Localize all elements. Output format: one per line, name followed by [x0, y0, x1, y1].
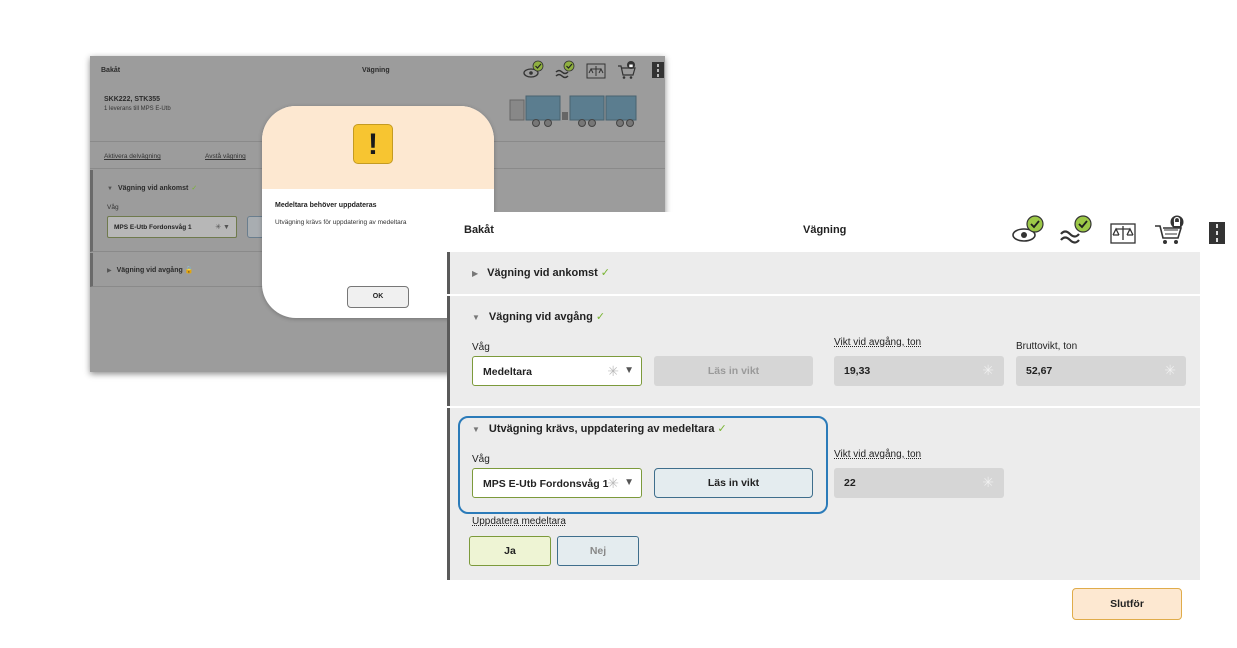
- section-reweigh-title[interactable]: ▼ Utvägning krävs, uppdatering av medelta…: [472, 422, 727, 435]
- check-icon: ✓: [600, 267, 611, 279]
- bg-scale-label: Våg: [107, 204, 119, 211]
- chevron-right-icon: ▶: [472, 269, 479, 278]
- bg-header-icons: [523, 60, 665, 80]
- finish-button[interactable]: Slutför: [1072, 588, 1182, 620]
- bg-cancel-weighing-link[interactable]: Avstå vägning: [205, 153, 246, 160]
- bg-back-link[interactable]: Bakåt: [101, 67, 120, 74]
- bg-delivery-info: 1 leverans till MPS E-Utb: [104, 106, 171, 112]
- dialog-title: Medeltara behöver uppdateras: [275, 202, 377, 209]
- gross-weight-label: Bruttovikt, ton: [1016, 341, 1078, 352]
- reweigh-weight-label: Vikt vid avgång, ton: [834, 449, 922, 460]
- section-arrival-title: ▶ Vägning vid ankomst ✓: [472, 267, 611, 279]
- main-header: Bakåt Vägning: [447, 212, 1225, 248]
- wave-check-icon: [555, 60, 575, 79]
- back-link[interactable]: Bakåt: [464, 224, 494, 236]
- reweigh-scale-select[interactable]: MPS E-Utb Fordonsvåg 1 ✳ ▼: [472, 468, 642, 498]
- scale-label: Våg: [472, 342, 490, 353]
- gross-weight-field: 52,67 ✳: [1016, 356, 1186, 386]
- main-screen: Bakåt Vägning ▶ Vägning vid ankomst ✓ ▼ Väg…: [447, 212, 1225, 625]
- yes-button[interactable]: Ja: [469, 536, 551, 566]
- reweigh-read-weight-button[interactable]: Läs in vikt: [654, 468, 813, 498]
- chevron-down-icon: ▼: [472, 313, 480, 322]
- eye-check-icon: [523, 60, 544, 78]
- scale-icon: [586, 63, 606, 79]
- bg-vehicle-info: SKK222, STK355 1 leverans till MPS E-Utb: [104, 96, 171, 112]
- weight-label: Vikt vid avgång, ton: [834, 337, 922, 348]
- section-departure-title[interactable]: ▼ Vägning vid avgång ✓: [472, 310, 605, 323]
- wave-check-icon[interactable]: [1058, 214, 1094, 246]
- lock-icon: 🔒: [184, 267, 194, 274]
- road-icon: [652, 62, 664, 78]
- bg-page-title: Vägning: [362, 67, 390, 74]
- required-icon: ✳: [607, 475, 619, 491]
- eye-check-icon[interactable]: [1011, 214, 1047, 246]
- ok-button[interactable]: OK: [347, 286, 409, 308]
- read-weight-button[interactable]: Läs in vikt: [654, 356, 813, 386]
- bg-section-arrival-title: ▼ Vägning vid ankomst ✓: [107, 185, 198, 192]
- warning-icon: !: [353, 124, 393, 164]
- chevron-down-icon: ▼: [624, 477, 634, 488]
- required-icon: ✳: [607, 363, 619, 379]
- required-icon: ✳: [982, 362, 994, 378]
- bg-scale-select[interactable]: MPS E-Utb Fordonsvåg 1 ✳ ▼: [107, 216, 237, 238]
- road-icon[interactable]: [1199, 214, 1235, 246]
- scale-icon[interactable]: [1105, 214, 1141, 246]
- check-icon: ✓: [595, 311, 606, 323]
- chevron-down-icon: ▼: [472, 425, 480, 434]
- page-title: Vägning: [803, 224, 847, 236]
- weight-field: 19,33 ✳: [834, 356, 1004, 386]
- dialog-header: !: [262, 106, 494, 189]
- cart-lock-icon: [618, 61, 636, 79]
- chevron-down-icon: ✳ ▼: [215, 224, 230, 231]
- chevron-down-icon: ▼: [624, 365, 634, 376]
- cart-lock-icon[interactable]: [1152, 214, 1188, 246]
- bg-activate-partial-link[interactable]: Aktivera delvägning: [104, 153, 161, 160]
- section-departure: ▼ Vägning vid avgång ✓ Våg Medeltara ✳ ▼ L…: [447, 296, 1200, 406]
- scale-label: Våg: [472, 454, 490, 465]
- dialog-message: Utvägning krävs för uppdatering av medel…: [275, 219, 407, 226]
- required-icon: ✳: [1164, 362, 1176, 378]
- bg-section-departure-title: ▶ Vägning vid avgång 🔒: [107, 267, 194, 274]
- truck-diagram-icon: [509, 95, 637, 127]
- required-icon: ✳: [982, 474, 994, 490]
- check-icon: ✓: [717, 423, 727, 435]
- scale-select[interactable]: Medeltara ✳ ▼: [472, 356, 642, 386]
- header-status-icons: [1011, 214, 1235, 246]
- bg-vehicle-ids: SKK222, STK355: [104, 96, 161, 103]
- bg-header: Bakåt Vägning: [90, 56, 665, 86]
- no-button[interactable]: Nej: [557, 536, 639, 566]
- check-icon: ✓: [191, 185, 198, 192]
- reweigh-weight-field: 22 ✳: [834, 468, 1004, 498]
- update-tare-label: Uppdatera medeltara: [472, 516, 566, 527]
- section-arrival[interactable]: ▶ Vägning vid ankomst ✓: [447, 252, 1200, 294]
